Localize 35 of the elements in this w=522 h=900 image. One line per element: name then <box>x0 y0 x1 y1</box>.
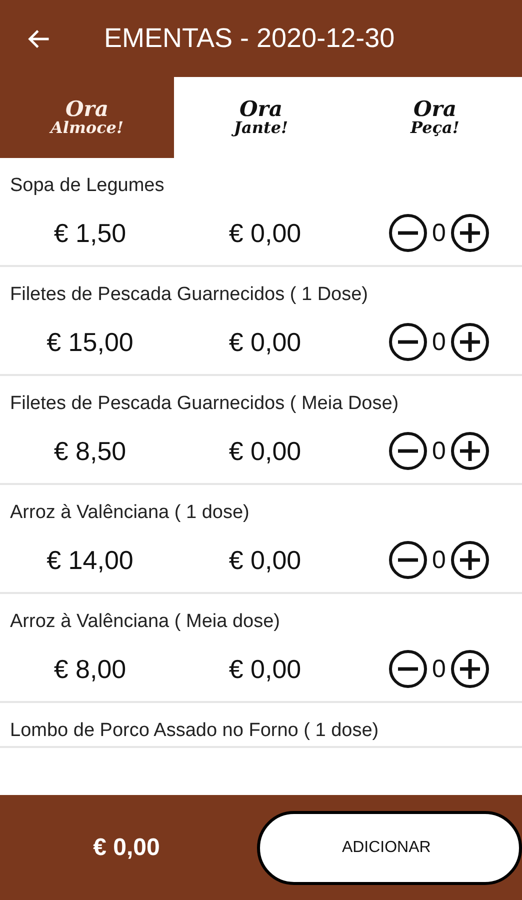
item-name: Filetes de Pescada Guarnecidos ( Meia Dose) <box>9 392 400 416</box>
plus-icon[interactable] <box>450 213 490 253</box>
item-subtotal: € 0,00 <box>228 218 302 248</box>
item-subtotal: € 0,00 <box>228 654 302 684</box>
item-subtotal: € 0,00 <box>228 326 302 358</box>
minus-icon[interactable] <box>388 431 428 471</box>
quantity-value: 0 <box>432 218 446 248</box>
item-price: € 15,00 <box>46 326 134 358</box>
add-button[interactable]: ADICIONAR <box>256 810 522 884</box>
quantity-value: 0 <box>432 654 446 684</box>
item-price: € 1,50 <box>52 218 128 248</box>
item-price: € 14,00 <box>46 544 134 576</box>
minus-icon[interactable] <box>388 213 428 253</box>
total-amount: € 0,00 <box>92 834 161 862</box>
item-price: € 8,50 <box>52 436 128 466</box>
quantity-value: 0 <box>432 546 446 574</box>
minus-icon[interactable] <box>388 322 428 362</box>
item-price: € 8,00 <box>52 654 128 684</box>
quantity-value: 0 <box>432 328 446 356</box>
plus-icon[interactable] <box>450 431 490 471</box>
item-subtotal: € 0,00 <box>228 544 302 576</box>
item-name: Filetes de Pescada Guarnecidos ( 1 Dose) <box>9 283 370 307</box>
item-name: Lombo de Porco Assado no Forno ( 1 dose) <box>9 719 380 743</box>
plus-icon[interactable] <box>450 540 490 580</box>
plus-icon[interactable] <box>450 649 490 689</box>
item-subtotal: € 0,00 <box>228 436 302 466</box>
quantity-value: 0 <box>432 436 446 466</box>
minus-icon[interactable] <box>388 649 428 689</box>
tab[interactable]: Ora Almoce! <box>0 77 174 158</box>
item-name: Arroz à Valênciana ( 1 dose) <box>9 501 250 525</box>
plus-icon[interactable] <box>450 322 490 362</box>
minus-icon[interactable] <box>388 540 428 580</box>
item-name: Arroz à Valênciana ( Meia dose) <box>9 610 281 634</box>
item-name: Sopa de Legumes <box>9 174 166 198</box>
screen-title: EMENTAS - 2020-12-30 <box>104 23 395 54</box>
